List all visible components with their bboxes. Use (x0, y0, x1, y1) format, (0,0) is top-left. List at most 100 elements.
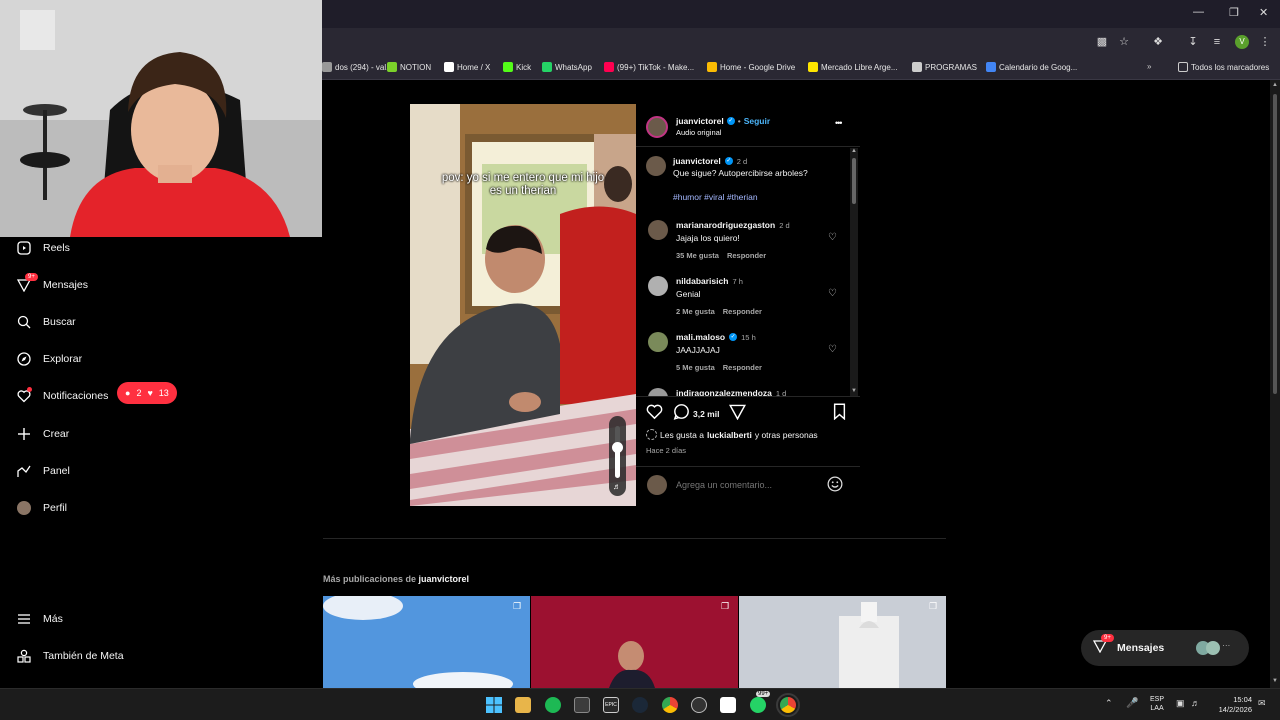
comment-likes[interactable]: 5 Me gusta (676, 363, 715, 372)
reply-button[interactable]: Responder (727, 251, 766, 260)
install-app-icon[interactable]: ▩ (1095, 35, 1109, 49)
more-posts-username[interactable]: juanvictorel (419, 574, 470, 584)
emoji-icon[interactable] (827, 476, 843, 497)
bookmark-item[interactable]: NOTION (387, 62, 431, 72)
all-bookmarks-folder[interactable]: Todos los marcadores (1178, 62, 1269, 72)
file-explorer-icon[interactable] (515, 697, 531, 713)
bookmark-item[interactable]: dos (294) - val... (322, 62, 393, 72)
steam-icon[interactable] (632, 697, 648, 713)
bookmark-star-icon[interactable]: ☆ (1117, 35, 1131, 49)
comment-likes[interactable]: 35 Me gusta (676, 251, 719, 260)
epic-games-icon[interactable]: EPIC (603, 697, 619, 713)
comment-avatar[interactable] (648, 220, 668, 240)
comment-icon[interactable] (673, 403, 690, 425)
audio-label[interactable]: Audio original (676, 128, 721, 137)
nav-panel[interactable]: Panel (16, 463, 70, 479)
post-thumbnail[interactable]: ❐ (323, 596, 530, 688)
caption-avatar[interactable] (646, 156, 666, 176)
downloads-icon[interactable]: ↧ (1186, 35, 1200, 49)
browser-menu-icon[interactable]: ⋮ (1258, 35, 1272, 49)
nav-messages[interactable]: 9+ Mensajes (16, 273, 88, 293)
comment-avatar[interactable] (648, 332, 668, 352)
nav-notifications[interactable]: Notificaciones (16, 387, 108, 404)
chrome-icon[interactable] (662, 697, 678, 713)
reel-video[interactable]: pov: yo si me entero que mi hijo es un t… (410, 104, 636, 506)
comment-username[interactable]: marianarodriguezgaston (676, 220, 775, 230)
close-window-button[interactable]: ✕ (1259, 6, 1268, 19)
tray-chevron-icon[interactable]: ⌃ (1105, 698, 1113, 709)
page-scrollbar-thumb[interactable] (1273, 94, 1277, 394)
post-thumbnail[interactable]: ❐ (531, 596, 738, 688)
more-options-icon[interactable]: ••• (835, 118, 843, 128)
author-avatar[interactable] (646, 116, 668, 138)
scrollbar-thumb[interactable] (852, 158, 856, 204)
volume-knob[interactable] (612, 442, 623, 453)
add-comment-input[interactable] (676, 476, 826, 494)
scroll-down-icon[interactable]: ▼ (1272, 678, 1278, 684)
liked-by-user[interactable]: luckialberti (707, 430, 752, 440)
microphone-icon[interactable]: 🎤 (1126, 698, 1138, 709)
nav-create[interactable]: Crear (16, 426, 69, 442)
comment-username[interactable]: nildabarisich (676, 276, 728, 286)
language-indicator[interactable]: ESP LAA (1150, 695, 1164, 713)
maximize-button[interactable]: ❐ (1229, 6, 1239, 19)
bookmark-item[interactable]: Home / X (444, 62, 490, 72)
app-icon[interactable] (691, 697, 707, 713)
comment-avatar[interactable] (648, 276, 668, 296)
reply-button[interactable]: Responder (723, 307, 762, 316)
like-icon[interactable] (646, 403, 663, 425)
comment-like-icon[interactable]: ♡ (828, 344, 837, 355)
scroll-down-icon[interactable]: ▼ (851, 388, 857, 394)
nav-profile[interactable]: Perfil (16, 500, 67, 516)
comment-like-icon[interactable]: ♡ (828, 288, 837, 299)
network-icon[interactable]: ▣ (1176, 698, 1185, 709)
follow-button[interactable]: Seguir (744, 116, 770, 126)
profile-avatar[interactable]: V (1235, 35, 1249, 49)
comment-likes[interactable]: 2 Me gusta (676, 307, 715, 316)
capcut-icon[interactable] (720, 697, 736, 713)
extensions-icon[interactable]: ❖ (1151, 35, 1165, 49)
nav-also-from-meta[interactable]: También de Meta (16, 648, 124, 664)
comment-like-icon[interactable]: ♡ (828, 232, 837, 243)
whatsapp-icon[interactable]: 99+ (750, 691, 771, 713)
scroll-up-icon[interactable]: ▲ (1272, 82, 1278, 88)
save-bookmark-icon[interactable] (832, 403, 847, 425)
comments-scrollbar[interactable]: ▲ ▼ (850, 148, 858, 396)
store-icon[interactable] (574, 697, 590, 713)
page-scrollbar[interactable]: ▲ ▼ (1270, 80, 1280, 688)
scroll-up-icon[interactable]: ▲ (851, 148, 857, 154)
bookmark-item[interactable]: Calendario de Goog... (986, 62, 1077, 72)
notification-center-icon[interactable]: ✉ (1258, 698, 1266, 709)
messages-floating-button[interactable]: 9+ Mensajes ⋯ (1081, 630, 1249, 666)
nav-explore[interactable]: Explorar (16, 351, 82, 367)
notification-pill[interactable]: ● 2 ♥ 13 (117, 382, 177, 404)
nav-search[interactable]: Buscar (16, 314, 76, 330)
spotify-icon[interactable] (545, 697, 561, 713)
clock[interactable]: 15:04 14/2/2026 (1212, 695, 1252, 715)
bookmark-item[interactable]: WhatsApp (542, 62, 592, 72)
volume-icon[interactable]: ♬ (1191, 698, 1200, 708)
bookmark-item[interactable]: Mercado Libre Arge... (808, 62, 897, 72)
nav-reels[interactable]: Reels (16, 240, 70, 256)
speaker-icon[interactable]: ♬ (613, 482, 621, 491)
bookmark-item[interactable]: PROGRAMAS (912, 62, 977, 72)
nav-more[interactable]: Más (16, 611, 63, 627)
volume-slider[interactable]: ♬ (609, 416, 626, 496)
comment-username[interactable]: indiragonzalezmendoza (676, 388, 772, 396)
author-username[interactable]: juanvictorel (676, 116, 724, 126)
chrome-active-icon[interactable] (776, 693, 800, 717)
start-button[interactable] (486, 697, 502, 713)
caption-hashtags[interactable]: #humor #viral #therian (673, 192, 758, 202)
more-bookmarks-icon[interactable]: » (1147, 62, 1151, 71)
caption-username[interactable]: juanvictorel (673, 156, 721, 166)
share-icon[interactable] (728, 403, 747, 425)
comment-username[interactable]: mali.maloso (676, 332, 725, 342)
minimize-button[interactable]: — (1193, 6, 1204, 18)
bookmark-item[interactable]: Kick (503, 62, 531, 72)
reading-list-icon[interactable]: ≡ (1210, 35, 1224, 49)
bookmark-item[interactable]: (99+) TikTok - Make... (604, 62, 694, 72)
reply-button[interactable]: Responder (723, 363, 762, 372)
bookmark-item[interactable]: Home - Google Drive (707, 62, 795, 72)
comment-avatar[interactable] (648, 388, 668, 396)
post-thumbnail[interactable]: ❐ (739, 596, 946, 688)
